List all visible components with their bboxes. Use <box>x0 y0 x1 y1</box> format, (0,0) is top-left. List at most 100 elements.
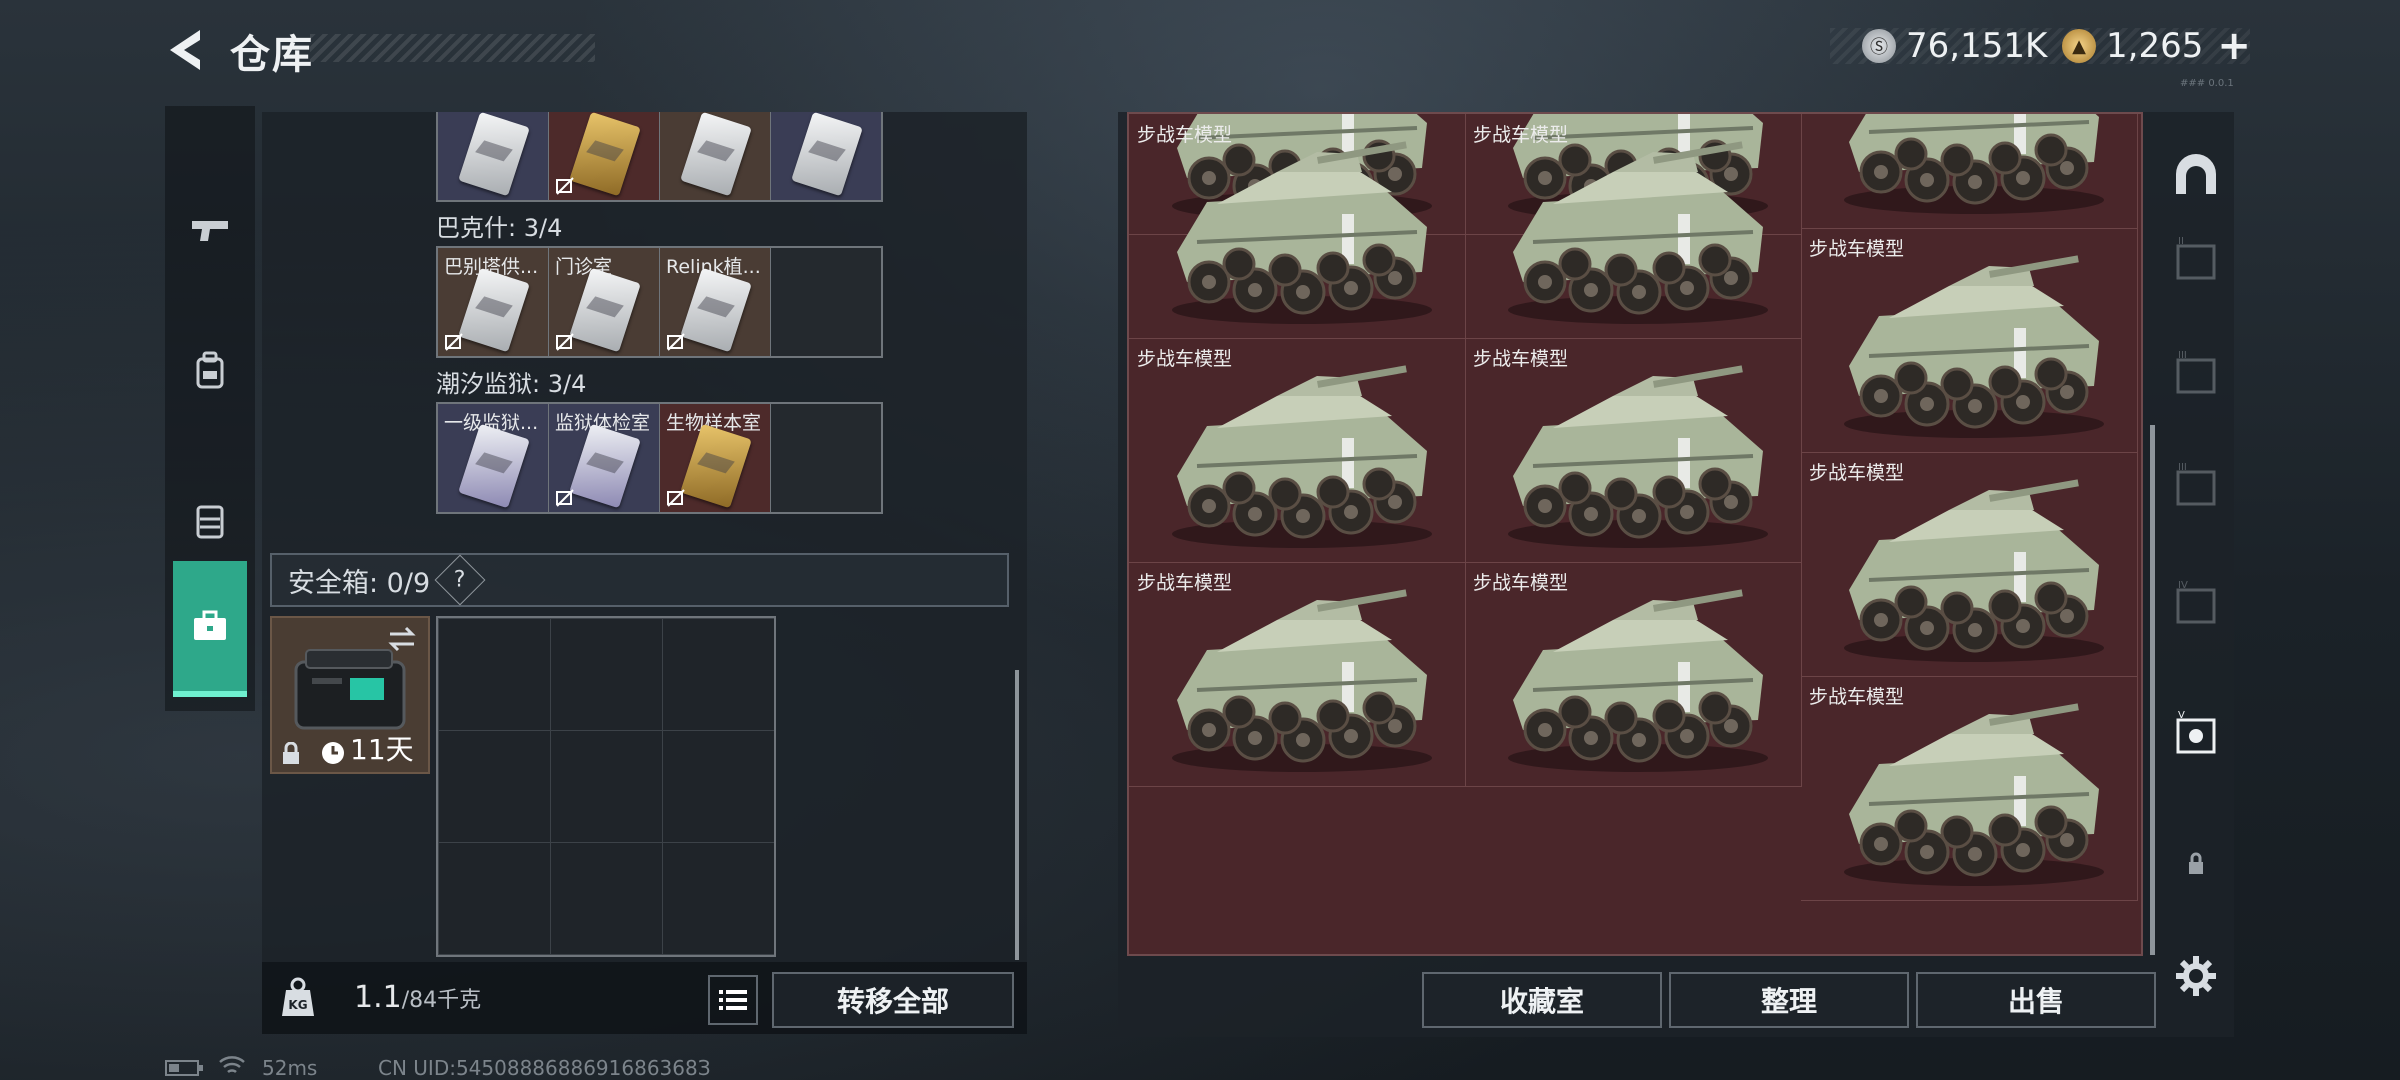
stash-page-icon: III <box>2176 462 2216 506</box>
stash-tab-2[interactable]: II <box>2168 232 2224 288</box>
keycard-slot[interactable]: Relink植... <box>660 248 771 356</box>
stash-grid: 步战车模型 步战车模型 步战车模型 步战车模型 步战车模型 步战车模型 步战车模… <box>1127 112 2143 956</box>
arch-icon <box>2176 154 2216 194</box>
pistol-icon <box>192 221 228 241</box>
stash-tab-3[interactable]: III <box>2168 346 2224 402</box>
keycard-slot-empty[interactable] <box>771 404 881 512</box>
currency-gold[interactable]: ▲ 1,265 + <box>2062 23 2251 69</box>
ifv-model-icon <box>1172 365 1432 548</box>
svg-text:KG: KG <box>288 998 307 1012</box>
pistol-tab[interactable] <box>165 166 255 296</box>
list-icon <box>719 990 747 1010</box>
stash-scrollbar[interactable] <box>2150 425 2155 955</box>
safe-case-tab[interactable] <box>173 561 247 697</box>
keycard-icon <box>458 112 530 197</box>
ifv-model-icon <box>1508 589 1768 772</box>
chest-rig-icon <box>196 505 224 539</box>
stash-tab-6[interactable]: V <box>2168 706 2224 762</box>
wifi-icon <box>219 1056 245 1074</box>
settings-gear-icon[interactable] <box>2172 952 2220 1000</box>
svg-text:II: II <box>2178 236 2184 247</box>
uid-text: CN UID:5450888688691686368З <box>378 1056 711 1080</box>
version-text: ### 0.0.1 <box>2180 78 2234 89</box>
vehicle-model-item[interactable]: 步战车模型 <box>1465 114 1802 339</box>
svg-text:III: III <box>2178 350 2187 361</box>
keycard-group-label: 巴克什: 3/4 <box>436 214 563 242</box>
vehicle-model-item[interactable]: 步战车模型 <box>1801 676 2138 901</box>
svg-text:IV: IV <box>2178 580 2188 591</box>
safe-box-grid[interactable] <box>436 616 776 957</box>
vehicle-model-item[interactable]: 步战车模型 <box>1465 562 1802 787</box>
swap-icon[interactable] <box>386 626 418 652</box>
no-trade-icon <box>667 489 685 507</box>
sell-button[interactable]: 出售 <box>1916 972 2156 1028</box>
keycard-row-prison: 一级监狱... 监狱体检室 生物样本室 <box>436 402 883 514</box>
stash-category-nav: II III III IV V <box>2160 106 2230 926</box>
svg-text:V: V <box>2178 710 2185 721</box>
stash-page-icon: V <box>2176 710 2216 754</box>
stash-page-icon: II <box>2176 236 2216 280</box>
transfer-all-button[interactable]: 转移全部 <box>772 972 1014 1028</box>
lock-icon <box>2189 852 2203 874</box>
keycard-row-top <box>436 112 883 202</box>
safe-case-icon <box>294 649 406 730</box>
stash-tab-locked[interactable] <box>2168 836 2224 892</box>
svg-text:III: III <box>2178 462 2187 473</box>
keycard-row-bakshi: 巴别塔供... 门诊室 Relink植... <box>436 246 883 358</box>
help-button[interactable]: ? <box>434 554 486 606</box>
sort-button[interactable]: 整理 <box>1669 972 1909 1028</box>
ifv-model-icon <box>1172 589 1432 772</box>
add-currency-button[interactable]: + <box>2217 23 2251 69</box>
keycard-icon <box>680 423 752 509</box>
case-timer: 11天 <box>350 733 414 766</box>
safe-box-label: 安全箱: 0/9 <box>288 567 431 599</box>
back-arrow-icon[interactable] <box>160 24 210 76</box>
keycard-slot[interactable] <box>771 112 881 200</box>
keycard-slot[interactable]: 生物样本室 <box>660 404 771 512</box>
list-view-button[interactable] <box>708 975 758 1025</box>
vehicle-model-item[interactable] <box>1801 114 2138 229</box>
safe-case-item[interactable]: 11天 <box>270 616 430 774</box>
keycard-slot[interactable]: 监狱体检室 <box>549 404 660 512</box>
ifv-model-icon <box>1844 114 2104 214</box>
weight-icon: KG <box>282 977 314 1016</box>
vehicle-model-item[interactable]: 步战车模型 <box>1801 228 2138 453</box>
keycard-slot-empty[interactable] <box>771 248 881 356</box>
keycard-group-label: 潮汐监狱: 3/4 <box>436 370 587 398</box>
ifv-model-icon <box>1844 703 2104 886</box>
backpack-tab[interactable] <box>165 306 255 436</box>
keycard-slot[interactable] <box>660 112 771 200</box>
keycard-slot[interactable]: 门诊室 <box>549 248 660 356</box>
keycard-icon <box>569 423 641 509</box>
briefcase-icon <box>194 610 226 640</box>
keycard-slot[interactable] <box>549 112 660 200</box>
ifv-model-icon <box>1844 255 2104 438</box>
weight-current: 1.1 <box>354 980 402 1015</box>
keycard-slot[interactable]: 一级监狱... <box>438 404 549 512</box>
vehicle-model-item[interactable]: 步战车模型 <box>1465 338 1802 563</box>
collection-room-button[interactable]: 收藏室 <box>1422 972 1662 1028</box>
no-trade-icon <box>667 333 685 351</box>
currency-silver: Ⓢ 76,151K <box>1862 26 2047 66</box>
vehicle-model-item[interactable]: 步战车模型 <box>1129 338 1466 563</box>
keycard-slot[interactable] <box>438 112 549 200</box>
keycard-icon <box>680 267 752 353</box>
stash-tab-4[interactable]: III <box>2168 458 2224 514</box>
backpack-icon <box>196 351 224 389</box>
gold-coin-icon: ▲ <box>2062 29 2096 63</box>
keycard-icon <box>458 423 530 509</box>
left-scrollbar[interactable] <box>1015 670 1019 960</box>
safe-box-header: 安全箱: 0/9 ? <box>270 553 1009 607</box>
keycard-icon <box>791 112 863 197</box>
ifv-model-icon <box>1508 141 1768 324</box>
stash-tab-5[interactable]: IV <box>2168 576 2224 632</box>
vehicle-model-item[interactable]: 步战车模型 <box>1129 562 1466 787</box>
title-decoration <box>310 34 595 62</box>
stash-tab-all[interactable] <box>2168 148 2224 204</box>
ping-text: 52ms <box>262 1056 318 1080</box>
ifv-model-icon <box>1844 479 2104 662</box>
keycard-slot[interactable]: 巴别塔供... <box>438 248 549 356</box>
vehicle-model-item[interactable]: 步战车模型 <box>1129 114 1466 339</box>
vehicle-model-item[interactable]: 步战车模型 <box>1801 452 2138 677</box>
keycard-icon <box>569 112 641 197</box>
